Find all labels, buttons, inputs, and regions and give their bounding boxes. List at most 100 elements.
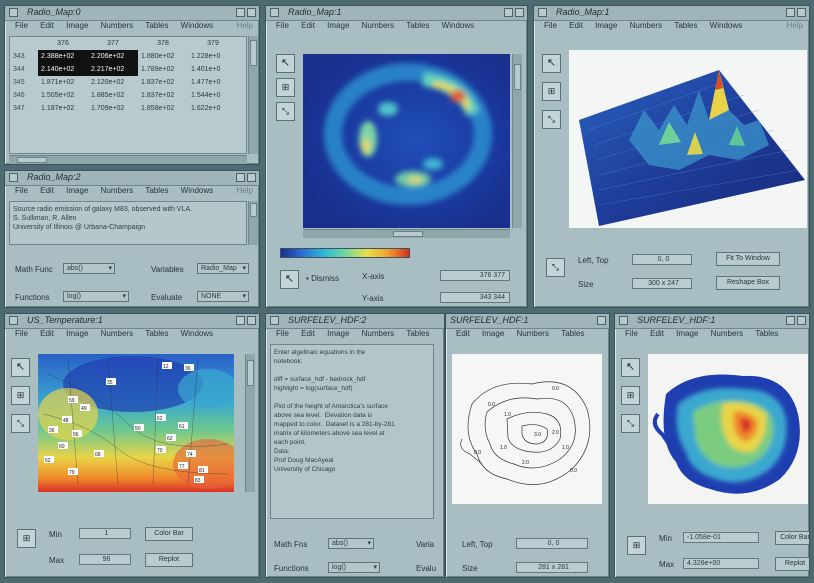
menu-help[interactable]: Help <box>237 186 253 195</box>
menu-tables[interactable]: Tables <box>755 329 778 338</box>
menu-file[interactable]: File <box>15 186 28 195</box>
menu-numbers[interactable]: Numbers <box>630 21 662 30</box>
menu-image[interactable]: Image <box>66 21 88 30</box>
title-bar[interactable]: SURFELEV_HDF:1 <box>446 314 609 329</box>
menu-numbers[interactable]: Numbers <box>362 21 394 30</box>
replot-button[interactable]: Replot <box>145 553 193 567</box>
table-cell[interactable]: 2.140e+02 <box>38 63 88 76</box>
max-field[interactable]: 96 <box>79 554 131 565</box>
title-bar[interactable]: Radio_Map:1 <box>266 6 527 21</box>
zoom-box-tool-icon[interactable]: ⤡ <box>542 110 561 129</box>
menu-windows[interactable]: Windows <box>181 329 213 338</box>
fit-to-window-button[interactable]: Fit To Window <box>716 252 780 266</box>
menu-edit[interactable]: Edit <box>569 21 583 30</box>
menu-edit[interactable]: Edit <box>40 21 54 30</box>
window-menu-button[interactable] <box>619 316 628 325</box>
dismiss-checkbox[interactable]: ▪ Dismiss <box>306 274 339 283</box>
menu-tables[interactable]: Tables <box>145 21 168 30</box>
radio-map-image[interactable] <box>303 54 510 228</box>
transform-tool-icon[interactable]: ⊞ <box>17 529 36 548</box>
transform-tool-icon[interactable]: ⊞ <box>542 82 561 101</box>
menu-numbers[interactable]: Numbers <box>711 329 743 338</box>
menu-image[interactable]: Image <box>327 329 349 338</box>
title-bar[interactable]: Radio_Map:0 <box>5 6 259 21</box>
maximize-button[interactable] <box>247 316 256 325</box>
minimize-button[interactable] <box>504 8 513 17</box>
menu-edit[interactable]: Edit <box>456 329 470 338</box>
row-header[interactable]: 343 <box>10 50 38 63</box>
window-menu-button[interactable] <box>9 173 18 182</box>
menu-image[interactable]: Image <box>676 329 698 338</box>
title-bar[interactable]: Radio_Map:2 <box>5 171 259 186</box>
size-field[interactable]: 281 x 281 <box>516 562 588 573</box>
table-cell[interactable]: 2.388e+02 <box>38 50 88 63</box>
window-radio-map-0[interactable]: Radio_Map:0 File Edit Image Numbers Tabl… <box>4 5 260 165</box>
horizontal-scrollbar[interactable] <box>9 155 247 164</box>
evaluate-dropdown[interactable]: NONE <box>197 291 249 302</box>
table-cell[interactable]: 1.837e+02 <box>138 76 188 89</box>
menu-file[interactable]: File <box>276 329 289 338</box>
row-header[interactable]: 347 <box>10 102 38 115</box>
select-arrow-tool[interactable]: ↖ <box>276 54 295 73</box>
transform-tool-icon[interactable]: ⊞ <box>276 78 295 97</box>
table-cell[interactable]: 1.622e+0 <box>188 102 238 115</box>
us-temperature-map[interactable]: 12 36 35 59 49 62 48 36 56 50 61 60 62 7… <box>38 354 234 492</box>
antarctica-contour-plot[interactable]: 0.0 0.0 1.0 3.0 2.0 1.0 0.0 1.0 2.0 0.0 <box>452 354 602 504</box>
table-cell[interactable]: 1.885e+02 <box>88 89 138 102</box>
column-header[interactable]: 377 <box>88 37 138 50</box>
title-bar[interactable]: SURFELEV_HDF:1 <box>615 314 809 329</box>
row-header[interactable]: 345 <box>10 76 38 89</box>
transform-tool-icon[interactable]: ⊞ <box>11 386 30 405</box>
variables-dropdown[interactable]: Radio_Map <box>197 263 249 274</box>
table-cell[interactable]: 1.401e+0 <box>188 63 238 76</box>
menu-numbers[interactable]: Numbers <box>517 329 549 338</box>
window-radio-map-1-image[interactable]: Radio_Map:1 File Edit Image Numbers Tabl… <box>265 5 528 308</box>
maximize-button[interactable] <box>247 8 256 17</box>
menu-file[interactable]: File <box>544 21 557 30</box>
y-axis-field[interactable]: 343 344 <box>440 292 510 303</box>
vertical-scrollbar[interactable] <box>248 201 258 245</box>
row-header[interactable]: 344 <box>10 63 38 76</box>
table-cell[interactable]: 2.206e+02 <box>88 50 138 63</box>
functions-dropdown[interactable]: log() <box>328 562 380 573</box>
window-menu-button[interactable] <box>9 8 18 17</box>
menu-numbers[interactable]: Numbers <box>362 329 394 338</box>
menu-image[interactable]: Image <box>327 21 349 30</box>
select-arrow-tool[interactable]: ↖ <box>542 54 561 73</box>
colormap-bar[interactable] <box>280 248 410 258</box>
table-cell[interactable]: 2.217e+02 <box>88 63 138 76</box>
menu-file[interactable]: File <box>276 21 289 30</box>
color-bar-button[interactable]: Color Bar <box>775 531 809 545</box>
zoom-box-tool-icon[interactable]: ⤡ <box>11 414 30 433</box>
maximize-button[interactable] <box>797 8 806 17</box>
maximize-button[interactable] <box>247 173 256 182</box>
table-cell[interactable]: 1.709e+02 <box>88 102 138 115</box>
window-radio-map-2[interactable]: Radio_Map:2 File Edit Image Numbers Tabl… <box>4 170 260 308</box>
select-arrow-tool[interactable]: ↖ <box>11 358 30 377</box>
menu-edit[interactable]: Edit <box>650 329 664 338</box>
minimize-button[interactable] <box>786 316 795 325</box>
window-menu-button[interactable] <box>270 316 279 325</box>
menu-tables[interactable]: Tables <box>406 329 429 338</box>
window-us-temperature[interactable]: US_Temperature:1 File Edit Image Numbers… <box>4 313 260 578</box>
window-menu-button[interactable] <box>538 8 547 17</box>
menu-image[interactable]: Image <box>595 21 617 30</box>
menu-edit[interactable]: Edit <box>301 21 315 30</box>
left-top-field[interactable]: 0, 0 <box>516 538 588 549</box>
table-cell[interactable]: 1.544e+0 <box>188 89 238 102</box>
antarctica-elevation-map[interactable] <box>648 354 808 504</box>
table-cell[interactable]: 1.837e+02 <box>138 89 188 102</box>
menu-help[interactable]: Help <box>787 21 803 30</box>
maximize-button[interactable] <box>797 316 806 325</box>
table-cell[interactable]: 1.858e+02 <box>138 102 188 115</box>
minimize-button[interactable] <box>786 8 795 17</box>
zoom-box-tool-icon[interactable]: ⤡ <box>621 414 640 433</box>
column-header[interactable]: 379 <box>188 37 238 50</box>
window-surfelev-hdf-1-contour[interactable]: SURFELEV_HDF:1 Edit Image Numbers Tables… <box>445 313 610 578</box>
menu-file[interactable]: File <box>625 329 638 338</box>
menu-image[interactable]: Image <box>66 186 88 195</box>
window-surfelev-hdf-2[interactable]: SURFELEV_HDF:2 File Edit Image Numbers T… <box>265 313 445 578</box>
window-surfelev-hdf-1-color[interactable]: SURFELEV_HDF:1 File Edit Image Numbers T… <box>614 313 810 578</box>
title-bar[interactable]: SURFELEV_HDF:2 <box>266 314 444 329</box>
minimize-button[interactable] <box>236 316 245 325</box>
